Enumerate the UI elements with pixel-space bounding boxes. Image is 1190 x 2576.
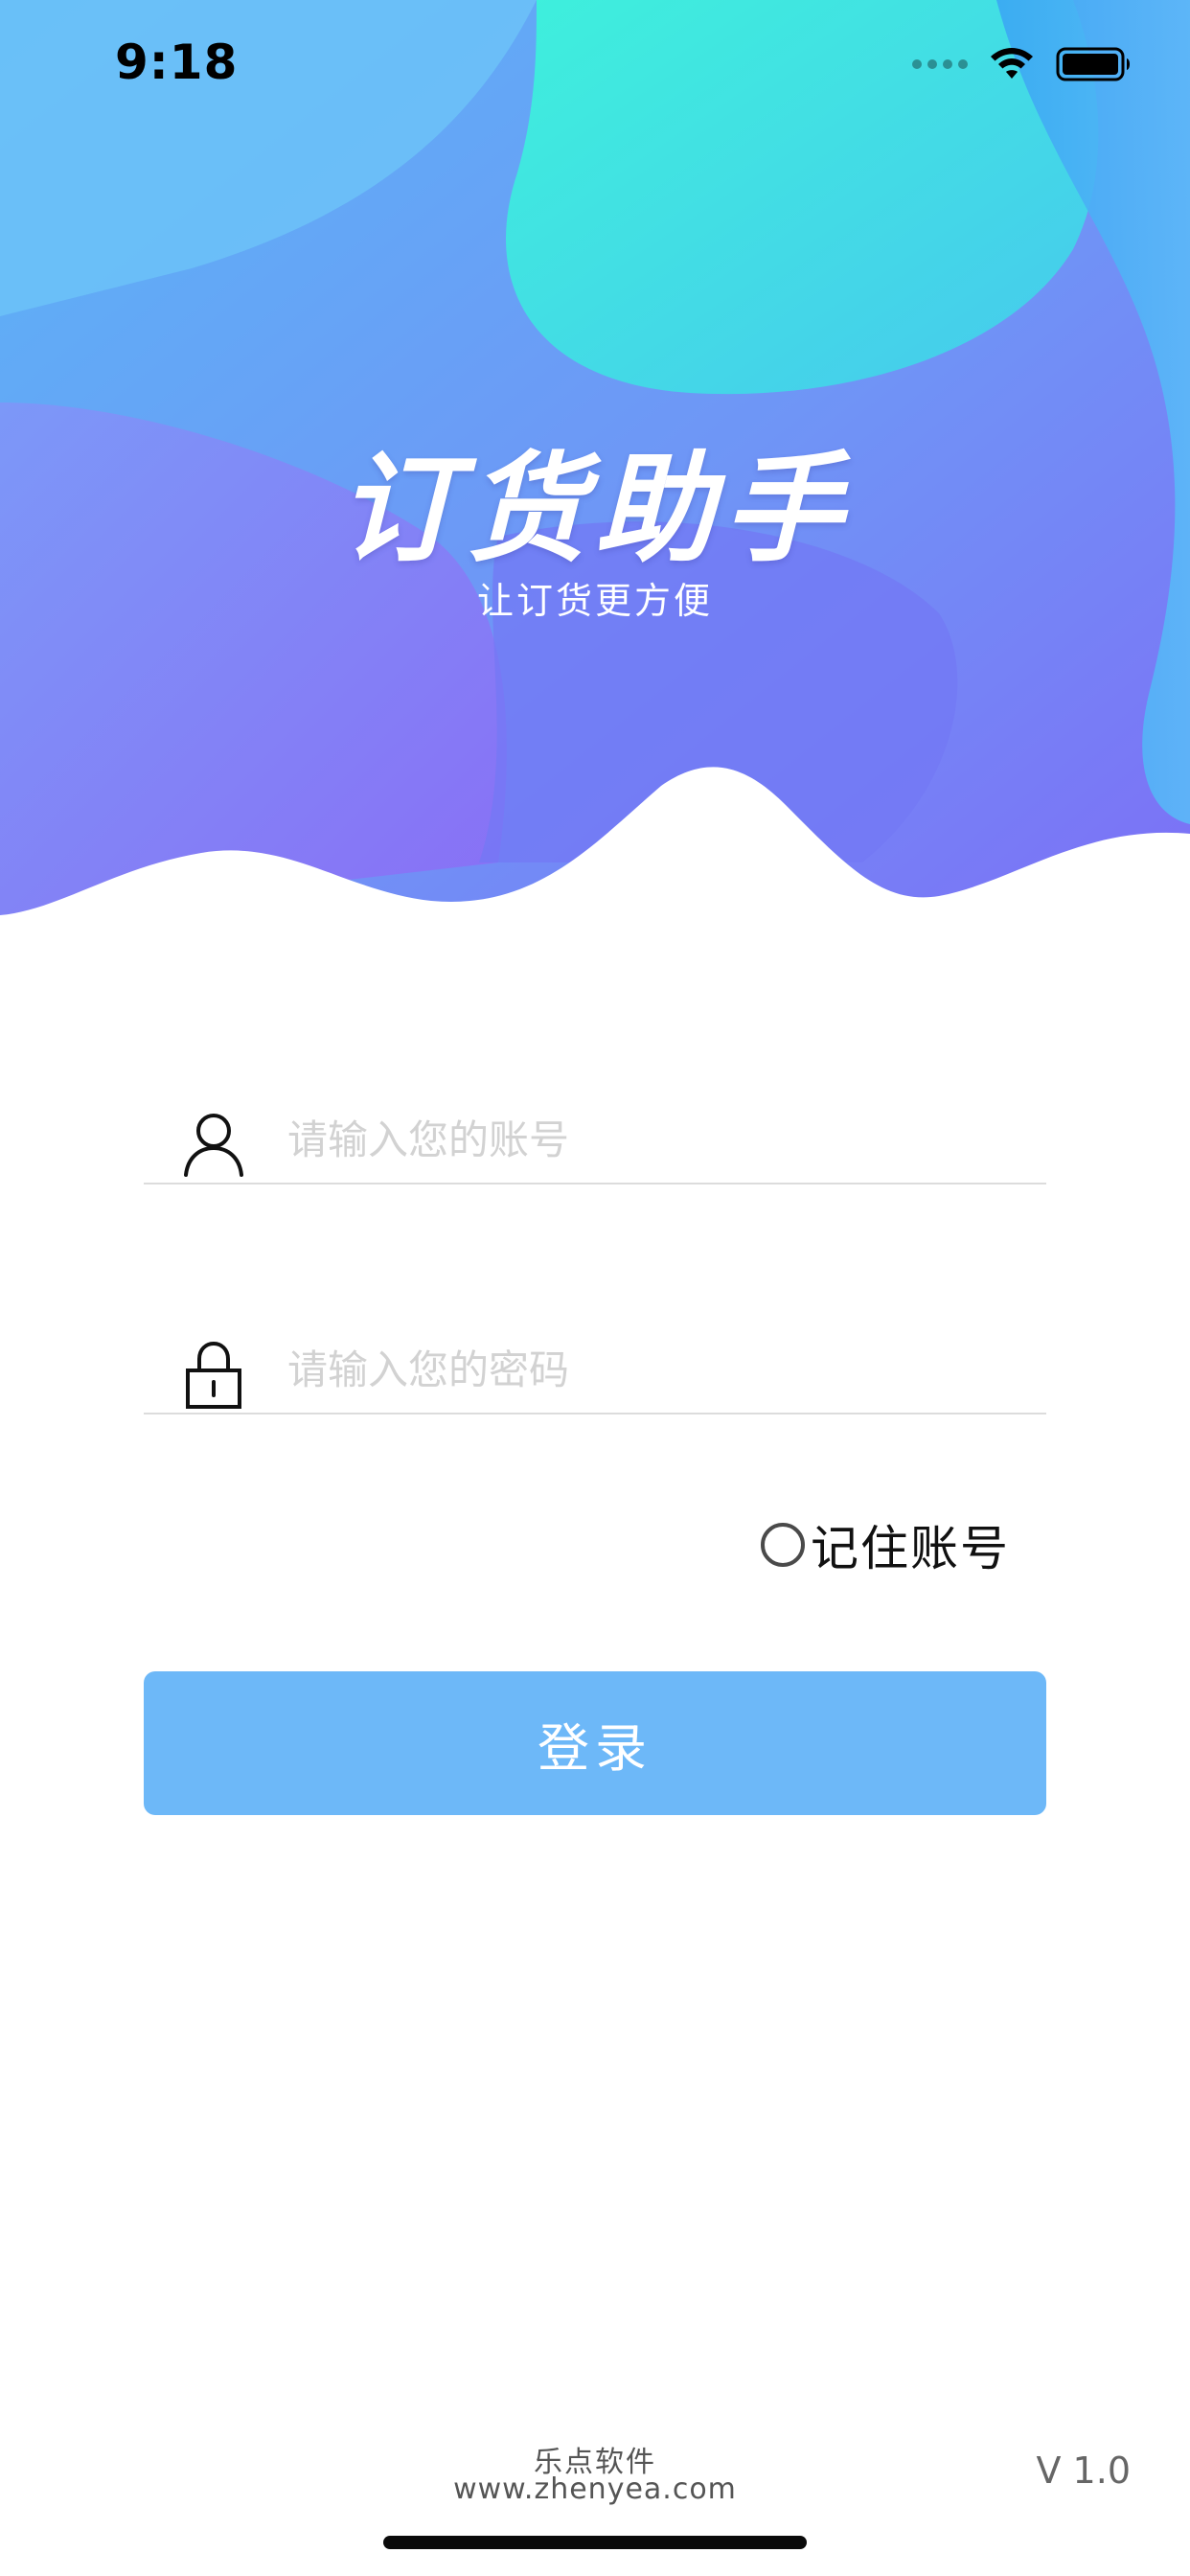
remember-radio[interactable] — [761, 1523, 805, 1567]
battery-icon — [1056, 47, 1130, 81]
app-subtitle: 让订货更方便 — [476, 580, 713, 622]
remember-label: 记住账号 — [811, 1521, 1010, 1576]
lock-icon — [186, 1341, 241, 1409]
password-input[interactable] — [287, 1336, 1035, 1403]
wifi-icon — [991, 48, 1033, 79]
footer-url: www.zhenyea.com — [453, 2472, 737, 2506]
account-input[interactable] — [287, 1106, 1035, 1173]
cellular-signal-icon — [912, 59, 968, 69]
account-field — [144, 1087, 1046, 1184]
user-icon — [184, 1114, 243, 1177]
remember-account-toggle[interactable]: 记住账号 — [761, 1514, 1010, 1576]
login-screen: 9:18 订货助手 让订货更方便 请输入您的账号 记住账号 登录 乐点软件 ww… — [0, 0, 1190, 2576]
version-label: V 1.0 — [1036, 2450, 1131, 2492]
app-title: 订货助手 — [337, 441, 852, 579]
home-indicator — [383, 2536, 807, 2549]
login-button[interactable]: 登录 — [144, 1671, 1046, 1815]
status-time: 9:18 — [115, 34, 239, 90]
status-icons — [912, 40, 1133, 88]
password-field — [144, 1317, 1046, 1414]
